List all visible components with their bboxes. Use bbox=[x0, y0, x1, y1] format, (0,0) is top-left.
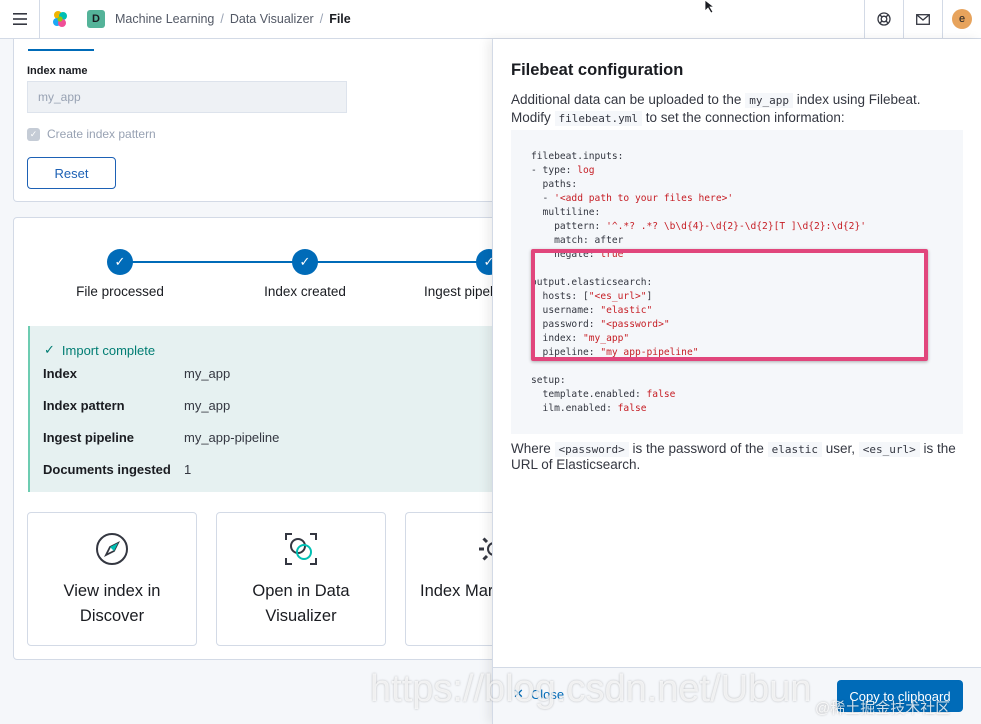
password-code: <password> bbox=[554, 442, 629, 457]
code-line: - type: log bbox=[531, 164, 866, 178]
watermark-url: https://blog.csdn.net/Ubun bbox=[370, 668, 812, 710]
step-complete-icon: ✓ bbox=[107, 249, 133, 275]
card-title-line: Open in Data bbox=[252, 582, 350, 600]
card-title-line: View index in bbox=[63, 582, 161, 600]
data-visualizer-icon bbox=[285, 533, 317, 565]
filebeat-config-flyout: Filebeat configuration Additional data c… bbox=[492, 39, 981, 724]
create-index-pattern-option[interactable]: ✓ Create index pattern bbox=[27, 127, 156, 141]
result-key: Documents ingested bbox=[43, 462, 171, 477]
result-value: my_app-pipeline bbox=[184, 430, 280, 445]
callout-title-text: Import complete bbox=[61, 342, 156, 358]
elastic-code: elastic bbox=[767, 442, 822, 457]
flyout-description: Additional data can be uploaded to the m… bbox=[511, 91, 963, 127]
watermark-community: @稀土掘金技术社区 bbox=[815, 700, 951, 717]
note-text: user, bbox=[825, 441, 856, 456]
annotation-highlight-box bbox=[531, 249, 928, 361]
code-line-text: - type: log bbox=[531, 165, 595, 176]
card-title-line: Visualizer bbox=[265, 607, 337, 625]
menu-toggle-button[interactable] bbox=[0, 0, 39, 38]
code-line: ​ bbox=[531, 360, 866, 374]
desc-text: index using Filebeat. bbox=[796, 92, 921, 107]
result-key: Ingest pipeline bbox=[43, 430, 135, 445]
note-text: is the password of the bbox=[632, 441, 764, 456]
step-title-file-processed: File processed bbox=[76, 284, 164, 299]
hamburger-icon bbox=[12, 13, 27, 25]
check-icon: ✓ bbox=[44, 342, 55, 357]
breadcrumb-file: File bbox=[329, 12, 351, 26]
note-text: Where bbox=[511, 441, 551, 456]
filename-code: filebeat.yml bbox=[554, 111, 643, 126]
desc-text: to set the connection information: bbox=[645, 110, 845, 125]
card-title-line: Discover bbox=[79, 607, 145, 625]
elastic-logo-icon bbox=[52, 11, 67, 27]
checkbox-checked-icon[interactable]: ✓ bbox=[27, 127, 40, 141]
result-value: my_app bbox=[184, 366, 231, 381]
step-complete-icon: ✓ bbox=[292, 249, 318, 275]
tab-underline bbox=[28, 49, 94, 51]
view-in-discover-card[interactable]: View index in Discover bbox=[27, 512, 197, 646]
flyout-note: Where <password> is the password of the … bbox=[511, 441, 963, 472]
callout-title: ✓ Import complete bbox=[44, 342, 155, 358]
filebeat-code-block[interactable]: filebeat.inputs: - type: log paths: - '<a… bbox=[511, 130, 963, 434]
code-line: pattern: '^.*? .*? \b\d{4}-\d{2}-\d{2}[T… bbox=[531, 221, 867, 232]
index-name-code: my_app bbox=[745, 93, 793, 108]
code-line: ilm.enabled: false bbox=[531, 403, 647, 414]
code-line: filebeat.inputs: bbox=[531, 151, 624, 162]
import-results-panel: ✓ ✓ ✓ File processed Index created Inges… bbox=[13, 217, 553, 660]
result-value: 1 bbox=[184, 462, 192, 477]
card-title: Open in Data Visualizer bbox=[217, 579, 385, 629]
import-settings-panel: Index name my_app ✓ Create index pattern… bbox=[13, 39, 553, 202]
breadcrumb: Machine Learning / Data Visualizer / Fil… bbox=[115, 12, 351, 26]
breadcrumb-machine-learning[interactable]: Machine Learning bbox=[115, 12, 214, 26]
user-menu-button[interactable]: e bbox=[942, 0, 981, 38]
steps-progress-line bbox=[120, 261, 520, 263]
space-avatar[interactable]: D bbox=[87, 10, 105, 28]
breadcrumb-data-visualizer[interactable]: Data Visualizer bbox=[230, 12, 314, 26]
mouse-cursor-icon bbox=[704, 0, 716, 14]
es-url-code: <es_url> bbox=[858, 442, 920, 457]
mail-icon bbox=[916, 13, 930, 25]
newsfeed-button[interactable] bbox=[903, 0, 942, 38]
compass-icon bbox=[96, 533, 128, 565]
import-complete-callout: ✓ Import complete Index my_app Index pat… bbox=[28, 326, 518, 492]
code-line: match: after bbox=[531, 235, 624, 246]
desc-text: Modify bbox=[511, 110, 551, 125]
result-key: Index pattern bbox=[43, 398, 125, 413]
breadcrumb-separator: / bbox=[220, 12, 224, 26]
help-lifebuoy-icon bbox=[877, 12, 891, 26]
breadcrumb-separator: / bbox=[319, 12, 324, 26]
top-header: D Machine Learning / Data Visualizer / F… bbox=[0, 0, 981, 39]
result-value: my_app bbox=[184, 398, 231, 413]
elastic-logo-link[interactable] bbox=[40, 0, 79, 38]
code-line: template.enabled: false bbox=[531, 389, 676, 400]
code-line: setup: bbox=[531, 375, 566, 386]
desc-text: Additional data can be uploaded to the bbox=[511, 92, 742, 107]
header-actions: e bbox=[864, 0, 981, 38]
result-key: Index bbox=[43, 366, 77, 381]
card-title: View index in Discover bbox=[28, 579, 196, 629]
user-avatar: e bbox=[952, 9, 972, 29]
reset-button[interactable]: Reset bbox=[27, 157, 116, 189]
step-title-index-created: Index created bbox=[264, 284, 346, 299]
flyout-title: Filebeat configuration bbox=[511, 61, 684, 79]
open-in-data-visualizer-card[interactable]: Open in Data Visualizer bbox=[216, 512, 386, 646]
help-button[interactable] bbox=[864, 0, 903, 38]
index-name-label: Index name bbox=[27, 65, 88, 77]
code-line: multiline: bbox=[531, 207, 601, 218]
index-name-input[interactable]: my_app bbox=[27, 81, 347, 113]
code-line: paths: bbox=[531, 179, 578, 190]
create-index-pattern-label: Create index pattern bbox=[47, 127, 156, 141]
code-line: - '<add path to your files here>' bbox=[531, 193, 734, 204]
